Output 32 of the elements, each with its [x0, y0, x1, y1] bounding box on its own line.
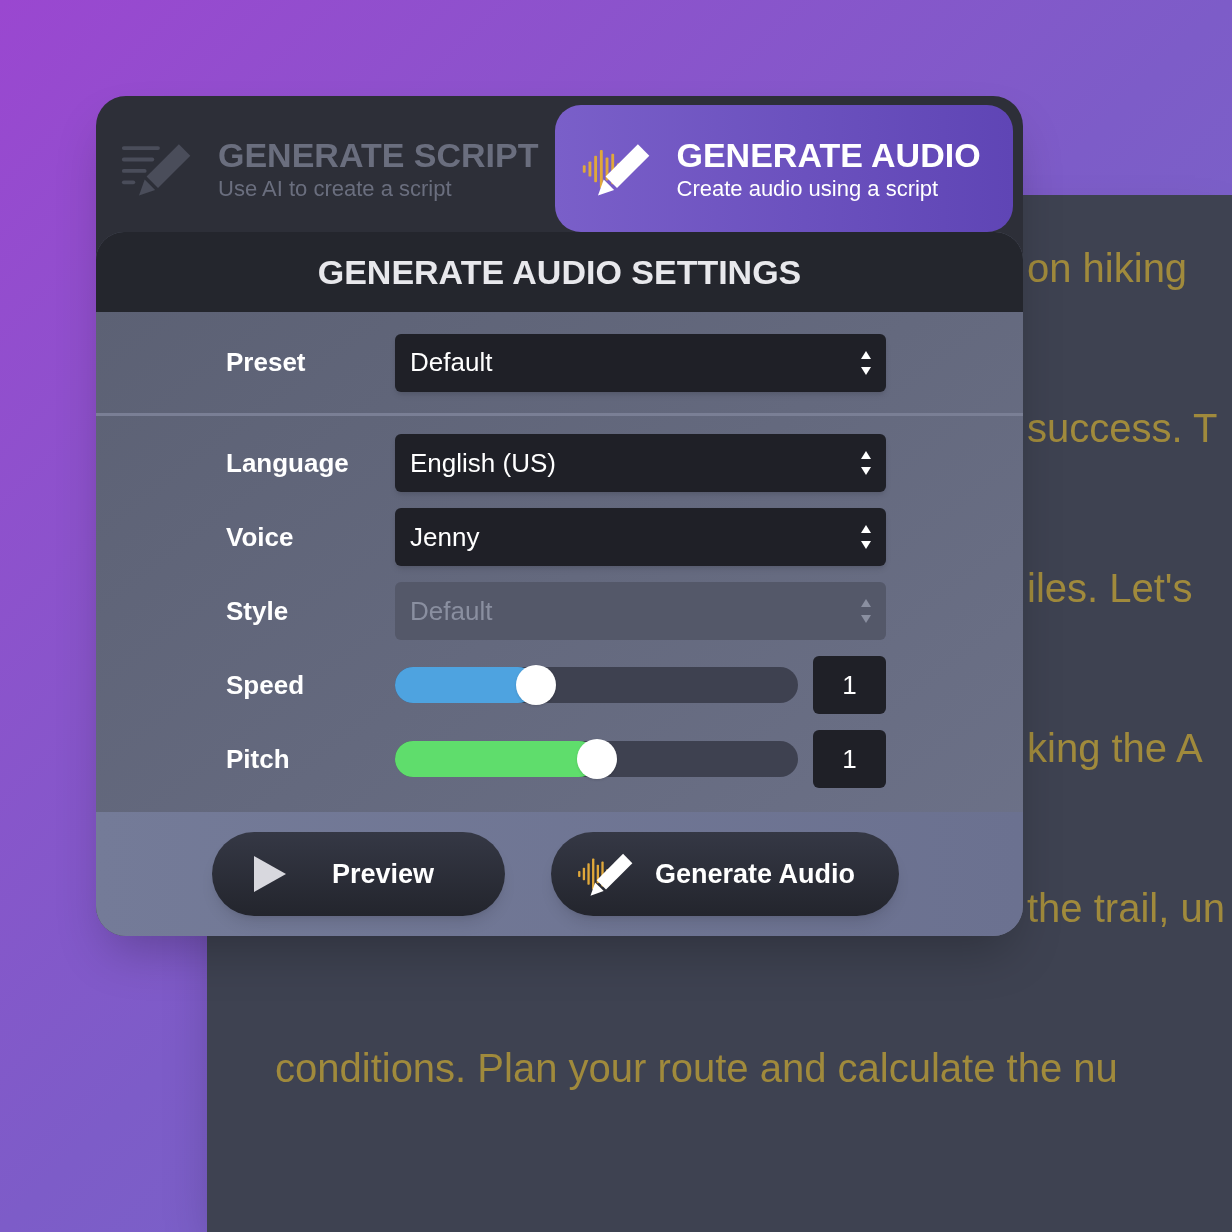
preview-button[interactable]: Preview [212, 832, 505, 916]
slider-thumb[interactable] [576, 739, 617, 779]
settings-title: GENERATE AUDIO SETTINGS [317, 251, 802, 293]
document-text: conditions. Plan your route and calculate the nu [275, 1045, 1118, 1091]
document-text: on hiking [1027, 245, 1188, 291]
document-text: the trail, un [1027, 885, 1225, 931]
slider-thumb[interactable] [516, 665, 557, 705]
play-icon [252, 854, 288, 894]
select-field[interactable]: Default [395, 333, 886, 392]
up-down-arrows-icon [860, 598, 872, 624]
up-down-arrows-icon [860, 349, 872, 376]
up-down-arrows-icon [860, 524, 872, 550]
tab-subtitle: Create audio using a script [676, 174, 940, 203]
field-label: Style [226, 594, 290, 628]
field-label: Preset [226, 346, 307, 379]
field-label: Speed [226, 668, 306, 702]
up-down-arrows-icon [860, 450, 872, 476]
generate-audio-button[interactable]: Generate Audio [551, 832, 899, 916]
document-text: king the A [1027, 725, 1203, 771]
tab-title: GENERATE AUDIO [676, 134, 981, 175]
value-field[interactable]: 1 [813, 730, 886, 788]
mode-tab[interactable]: GENERATE AUDIO Create audio using a script [554, 105, 1013, 232]
document-text: success. T [1027, 405, 1218, 451]
field-label: Language [226, 446, 350, 480]
document-text: iles. Let's [1027, 565, 1193, 611]
field-label: Pitch [226, 742, 291, 776]
value-field[interactable]: 1 [813, 656, 886, 714]
select-field[interactable]: Jenny [395, 508, 886, 566]
field-label: Voice [226, 520, 295, 554]
select-field[interactable]: English (US) [395, 434, 886, 492]
tab-subtitle: Use AI to create a script [218, 174, 453, 203]
tab-title: GENERATE SCRIPT [218, 134, 539, 175]
